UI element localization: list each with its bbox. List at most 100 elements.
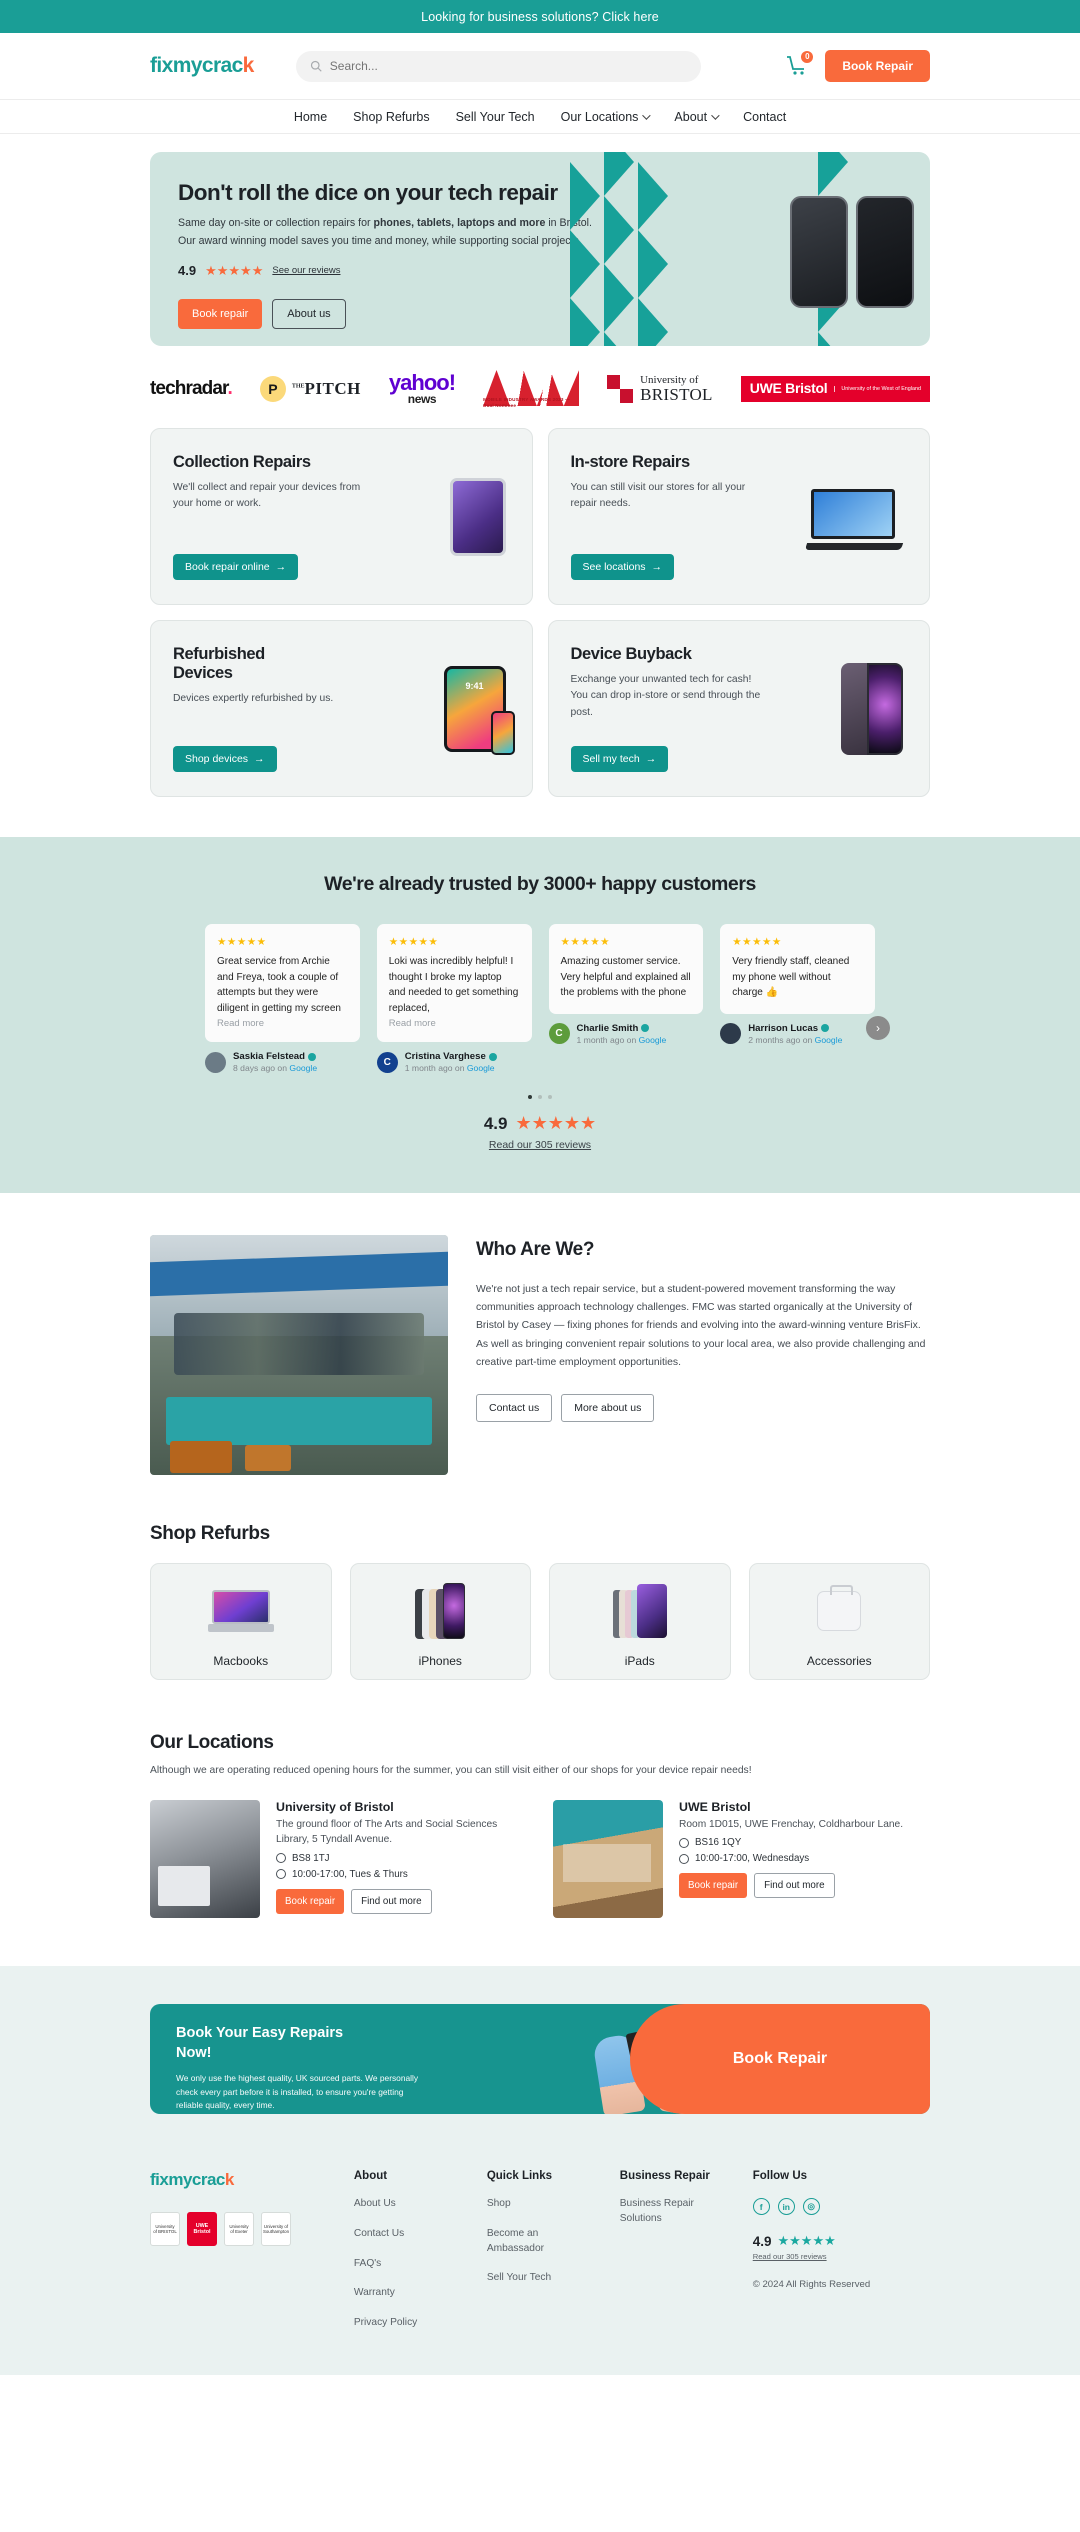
nav-item-contact[interactable]: Contact	[743, 110, 786, 124]
see-our-reviews-link[interactable]: See our reviews	[272, 265, 340, 276]
hero-about-us-button[interactable]: About us	[272, 298, 346, 329]
nav-item-shop-refurbs[interactable]: Shop Refurbs	[353, 110, 429, 124]
nav-item-about[interactable]: About	[674, 110, 720, 124]
author-when: 1 month ago on Google	[405, 1063, 497, 1073]
refurb-card-iphones[interactable]: iPhones	[349, 1563, 531, 1680]
footer-column-follow-us: Follow Us f in ◎ 4.9 ★★★★★ Read our 305 …	[752, 2170, 930, 2331]
linkedin-icon[interactable]: in	[777, 2198, 795, 2215]
more-about-us-button[interactable]: More about us	[561, 1394, 655, 1423]
search-box[interactable]	[295, 50, 701, 82]
service-card-collection-repairs[interactable]: Collection Repairs We'll collect and rep…	[150, 428, 533, 605]
author-name-row: Saskia Felstead	[233, 1051, 317, 1062]
techradar-text: techradar	[150, 378, 228, 399]
business-solutions-banner[interactable]: Looking for business solutions? Click he…	[0, 0, 1080, 33]
cta-book-repair-button[interactable]: Book Repair	[630, 2004, 930, 2114]
site-logo[interactable]: fixmycrack	[150, 54, 254, 78]
carousel-dot-3[interactable]	[548, 1095, 552, 1099]
footer-column-heading: Quick Links	[486, 2170, 552, 2182]
footer-link-sell-your-tech[interactable]: Sell Your Tech	[487, 2271, 620, 2286]
testimonial-item: ★★★★★ Great service from Archie and Frey…	[205, 924, 360, 1073]
service-title: Refurbished Devices	[173, 645, 265, 682]
footer-link-business-repair-solutions[interactable]: Business Repair Solutions	[620, 2197, 715, 2227]
badge-university-of-bristol: University of BRISTOL	[150, 2212, 180, 2246]
read-more-link[interactable]: Read more	[217, 1018, 348, 1029]
pitch-the-text: THE	[291, 383, 305, 390]
book-repair-button[interactable]: Book Repair	[825, 50, 930, 82]
service-card-device-buyback[interactable]: Device Buyback Exchange your unwanted te…	[547, 620, 930, 797]
read-reviews-link[interactable]: Read our 305 reviews	[0, 1139, 1080, 1151]
service-cta-button[interactable]: Sell my tech →	[570, 746, 669, 772]
footer-link-shop[interactable]: Shop	[487, 2197, 620, 2212]
footer-reviews-link[interactable]: Read our 305 reviews	[753, 2252, 930, 2261]
cart-button[interactable]: 0	[785, 51, 814, 78]
yahoo-text: yahoo!	[388, 370, 456, 396]
service-cta-button[interactable]: See locations →	[570, 554, 675, 580]
nav-item-our-locations[interactable]: Our Locations	[560, 109, 652, 124]
location-photo	[553, 1800, 663, 1918]
service-card-in-store-repairs[interactable]: In-store Repairs You can still visit our…	[547, 428, 930, 605]
footer-link-privacy-policy[interactable]: Privacy Policy	[354, 2316, 487, 2331]
footer-university-badges: University of BRISTOL UWE Bristol Univer…	[150, 2212, 354, 2246]
footer-link-become-an-ambassador[interactable]: Become an Ambassador	[487, 2227, 577, 2257]
location-body: UWE Bristol Room 1D015, UWE Frenchay, Co…	[679, 1800, 903, 1918]
nav-item-sell-your-tech[interactable]: Sell Your Tech	[456, 110, 535, 124]
nav-item-home[interactable]: Home	[294, 110, 327, 124]
location-book-repair-button[interactable]: Book repair	[276, 1888, 345, 1914]
facebook-icon[interactable]: f	[752, 2198, 770, 2215]
instagram-icon[interactable]: ◎	[802, 2198, 820, 2215]
footer-link-about-us[interactable]: About Us	[354, 2197, 487, 2212]
badge-university-of-exeter: University of Exeter	[224, 2212, 254, 2246]
who-are-we-buttons: Contact us More about us	[476, 1394, 930, 1423]
badge-university-of-southampton: University of Southampton	[261, 2212, 291, 2246]
carousel-next-button[interactable]: ›	[866, 1016, 890, 1040]
testimonials-heading: We're already trusted by 3000+ happy cus…	[324, 873, 756, 895]
logo-yahoo-news: yahoo! news	[388, 370, 456, 408]
footer-link-faqs[interactable]: FAQ's	[354, 2257, 487, 2272]
service-cta-label: Shop devices	[185, 753, 249, 765]
testimonial-author: C Charlie Smith 1 month ago on Google	[548, 1023, 704, 1045]
pitch-mark-icon: P	[259, 376, 286, 402]
location-find-out-more-button[interactable]: Find out more	[754, 1873, 835, 1899]
service-desc: Exchange your unwanted tech for cash! Yo…	[570, 674, 761, 718]
testimonials-section: We're already trusted by 3000+ happy cus…	[0, 837, 1080, 1193]
location-hours: 10:00-17:00, Wednesdays	[695, 1853, 810, 1865]
hero-book-repair-button[interactable]: Book repair	[178, 298, 263, 329]
footer-link-warranty[interactable]: Warranty	[354, 2286, 487, 2301]
testimonial-text: Great service from Archie and Freya, too…	[217, 956, 341, 1014]
location-book-repair-button[interactable]: Book repair	[679, 1873, 748, 1899]
refurb-card-accessories[interactable]: Accessories	[748, 1563, 930, 1680]
search-input[interactable]	[329, 59, 687, 73]
arrow-right-icon: →	[275, 561, 287, 573]
hero-subtitle-1: Same day on-site or collection repairs f…	[178, 215, 608, 231]
overall-rating-value: 4.9	[483, 1113, 508, 1133]
chevron-down-icon	[642, 110, 652, 120]
refurb-card-macbooks[interactable]: Macbooks	[150, 1563, 332, 1680]
contact-us-button[interactable]: Contact us	[476, 1394, 553, 1423]
carousel-dot-2[interactable]	[538, 1095, 542, 1099]
location-find-out-more-button[interactable]: Find out more	[351, 1888, 432, 1914]
refurb-card-ipads[interactable]: iPads	[549, 1563, 731, 1680]
location-address: The ground floor of The Arts and Social …	[276, 1819, 498, 1846]
techradar-dot: .	[227, 378, 232, 399]
testimonial-item: ★★★★★ Amazing customer service. Very hel…	[548, 924, 704, 1073]
carousel-dot-1[interactable]	[528, 1095, 532, 1099]
hero-sub-bold: phones, tablets, laptops and more	[373, 217, 546, 229]
when-text: 1 month ago on	[404, 1063, 467, 1073]
author-when: 2 months ago on Google	[748, 1035, 842, 1045]
arrow-right-icon: →	[651, 561, 663, 573]
service-cta-button[interactable]: Shop devices →	[173, 746, 277, 772]
footer-column-quick-links: Quick Links Shop Become an Ambassador Se…	[487, 2170, 620, 2331]
verified-icon	[641, 1024, 650, 1032]
nav-label: Our Locations	[560, 109, 639, 124]
testimonial-author: C Cristina Varghese 1 month ago on Googl…	[376, 1051, 532, 1073]
footer-link-contact-us[interactable]: Contact Us	[354, 2227, 487, 2242]
read-more-link[interactable]: Read more	[389, 1018, 520, 1029]
mia-caption: MOBILE INDUSTRY AWARDS 2023 — Dual Nomin…	[483, 397, 570, 408]
footer-logo[interactable]: fixmycrack	[150, 2170, 354, 2190]
hero-artwork	[560, 152, 930, 346]
service-card-refurbished-devices[interactable]: Refurbished Devices Devices expertly ref…	[150, 620, 533, 797]
refurb-label: iPhones	[418, 1654, 462, 1668]
hero-banner: Don't roll the dice on your tech repair …	[150, 152, 930, 346]
service-cta-button[interactable]: Book repair online →	[173, 554, 299, 580]
hero-sub-a: Same day on-site or collection repairs f…	[178, 217, 374, 229]
